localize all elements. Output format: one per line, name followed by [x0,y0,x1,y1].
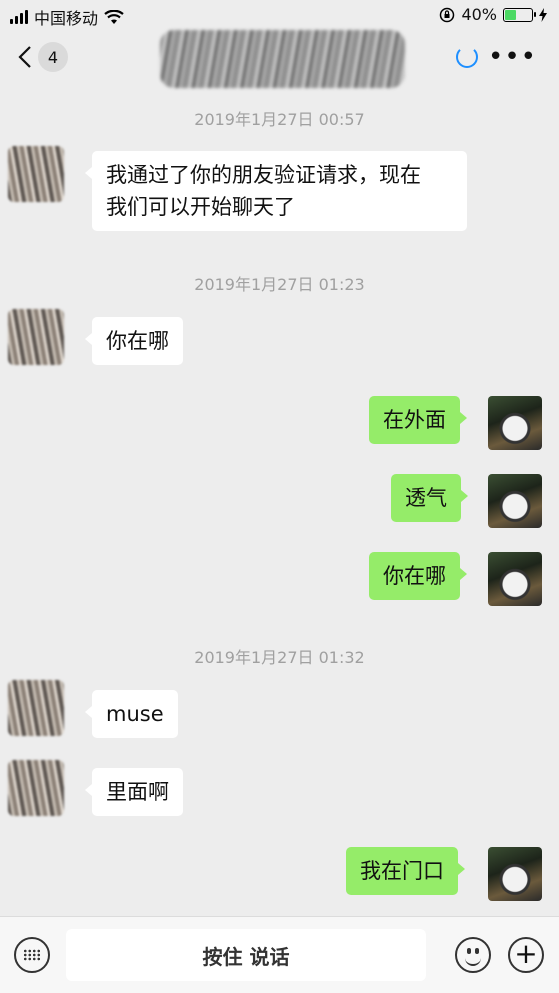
orientation-lock-icon [440,7,455,22]
wifi-icon [104,9,124,24]
more-options-button[interactable]: ••• [488,42,537,72]
outgoing-message[interactable]: 透气 [391,474,468,522]
status-right: 40% [439,5,547,24]
signal-bars-icon [10,10,28,24]
unread-count-badge: 4 [38,42,68,72]
chat-input-bar: 按住 说话 + [0,916,559,993]
outgoing-message[interactable]: 我在门口 [346,847,465,895]
incoming-message[interactable]: 我通过了你的朋友验证请求，现在 我们可以开始聊天了 [85,151,467,231]
chat-messages[interactable]: 2019年1月27日 00:57 我通过了你的朋友验证请求，现在 我们可以开始聊… [0,84,559,916]
outgoing-message[interactable]: 你在哪 [369,552,467,600]
plus-icon[interactable]: + [508,937,544,973]
emoji-icon[interactable] [455,937,491,973]
carrier-label: 中国移动 [34,9,99,28]
incoming-message[interactable]: muse [85,690,178,738]
charging-bolt-icon [539,7,547,22]
incoming-message[interactable]: 里面啊 [85,768,183,816]
keyboard-toggle-icon[interactable] [14,937,50,973]
contact-avatar[interactable] [8,760,64,816]
chevron-left-icon [18,46,31,68]
chat-nav-bar: 4 ••• [0,30,559,88]
timestamp: 2019年1月27日 01:23 [194,275,365,294]
status-bar: 中国移动 40% [0,0,559,30]
incoming-message[interactable]: 你在哪 [85,317,183,365]
contact-avatar[interactable] [8,309,64,365]
loading-spinner-icon [456,46,478,68]
message-line: 我通过了你的朋友验证请求，现在 [106,163,421,187]
back-button[interactable]: 4 [18,42,68,72]
timestamp: 2019年1月27日 01:32 [194,648,365,667]
battery-icon [503,7,536,22]
user-avatar[interactable] [488,396,542,450]
contact-avatar[interactable] [8,146,64,202]
status-left: 中国移动 [10,5,124,29]
hold-to-talk-button[interactable]: 按住 说话 [66,929,426,981]
user-avatar[interactable] [488,474,542,528]
user-avatar[interactable] [488,552,542,606]
timestamp: 2019年1月27日 00:57 [194,110,365,129]
user-avatar[interactable] [488,847,542,901]
message-line: 我们可以开始聊天了 [106,195,295,219]
chat-title-obscured [160,30,405,88]
outgoing-message[interactable]: 在外面 [369,396,467,444]
contact-avatar[interactable] [8,680,64,736]
battery-percent: 40% [461,5,497,24]
